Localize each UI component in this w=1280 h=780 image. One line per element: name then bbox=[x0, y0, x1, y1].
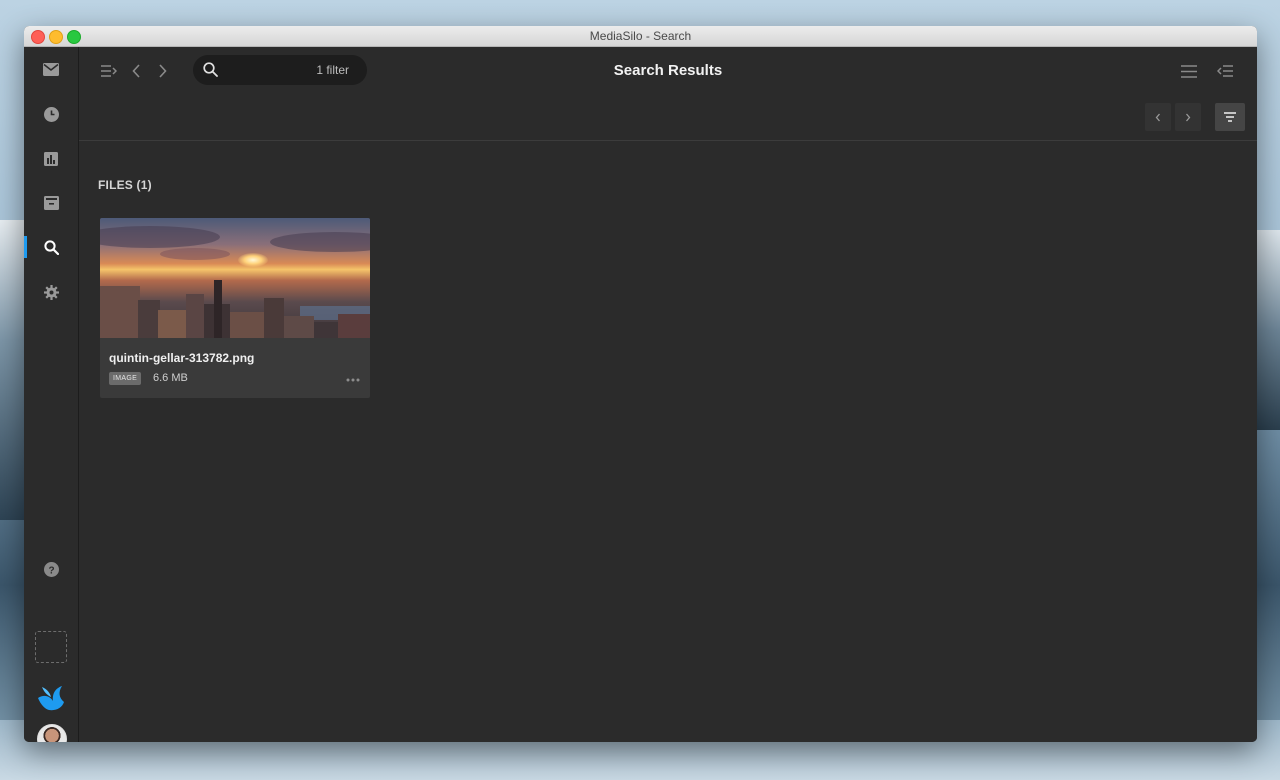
archive-icon bbox=[43, 196, 59, 210]
mail-icon bbox=[43, 62, 59, 76]
thumb-building bbox=[100, 286, 140, 338]
app-window: MediaSilo - Search ? 1 filter Search Res… bbox=[24, 26, 1257, 742]
thumb-cloud bbox=[160, 248, 230, 260]
thumb-building bbox=[284, 316, 314, 338]
toolbar-divider bbox=[79, 140, 1257, 141]
svg-text:?: ? bbox=[48, 565, 54, 576]
more-options-button[interactable] bbox=[346, 370, 360, 385]
thumb-building bbox=[338, 314, 370, 338]
sidebar-item-archive[interactable] bbox=[24, 191, 78, 215]
collapse-panel-button[interactable] bbox=[1215, 61, 1235, 81]
title-bar: MediaSilo - Search bbox=[24, 26, 1257, 47]
bird-logo-icon bbox=[38, 686, 64, 711]
file-name[interactable]: quintin-gellar-313782.png bbox=[109, 351, 254, 365]
gear-icon bbox=[43, 284, 59, 300]
more-horizontal-icon bbox=[346, 378, 360, 382]
next-page-button[interactable] bbox=[1175, 103, 1201, 131]
help-icon: ? bbox=[43, 561, 59, 577]
list-view-button[interactable] bbox=[1179, 61, 1199, 81]
bar-chart-icon bbox=[44, 152, 58, 166]
list-icon bbox=[1181, 64, 1197, 78]
file-type-badge: IMAGE bbox=[109, 372, 142, 385]
file-size: 6.6 MB bbox=[153, 372, 188, 384]
clock-icon bbox=[43, 106, 59, 122]
search-icon bbox=[43, 239, 59, 255]
chevron-left-icon bbox=[1155, 113, 1160, 121]
thumb-building bbox=[138, 300, 160, 338]
user-avatar[interactable] bbox=[37, 724, 67, 742]
main-content: 1 filter Search Results FILES (1) quinti… bbox=[79, 47, 1257, 742]
sidebar-item-recent[interactable] bbox=[24, 102, 78, 126]
thumb-building bbox=[314, 322, 338, 338]
window-title: MediaSilo - Search bbox=[589, 29, 692, 43]
thumb-building bbox=[186, 294, 204, 338]
chevron-right-icon bbox=[1186, 113, 1191, 121]
thumb-building bbox=[230, 312, 264, 338]
close-window-button[interactable] bbox=[31, 30, 45, 44]
sidebar: ? bbox=[24, 47, 79, 742]
maximize-window-button[interactable] bbox=[67, 30, 81, 44]
placeholder-slot[interactable] bbox=[35, 631, 67, 663]
sidebar-item-search[interactable] bbox=[24, 235, 78, 259]
thumb-building bbox=[158, 310, 188, 338]
filter-icon bbox=[1224, 112, 1236, 122]
sidebar-item-inbox[interactable] bbox=[24, 57, 78, 81]
app-logo[interactable] bbox=[24, 683, 78, 713]
thumb-cloud bbox=[100, 226, 220, 248]
filter-button[interactable] bbox=[1215, 103, 1245, 131]
page-title: Search Results bbox=[613, 62, 723, 79]
prev-page-button[interactable] bbox=[1145, 103, 1171, 131]
minimize-window-button[interactable] bbox=[49, 30, 63, 44]
thumb-sun bbox=[238, 253, 268, 267]
sidebar-item-help[interactable]: ? bbox=[24, 557, 78, 581]
file-card[interactable]: quintin-gellar-313782.png IMAGE 6.6 MB bbox=[100, 218, 370, 398]
sidebar-item-analytics[interactable] bbox=[24, 147, 78, 171]
files-section-label: FILES (1) bbox=[98, 178, 152, 192]
sidebar-item-settings[interactable] bbox=[24, 280, 78, 304]
thumb-building bbox=[214, 280, 222, 338]
collapse-right-icon bbox=[1217, 65, 1233, 77]
thumb-cloud bbox=[270, 232, 370, 252]
file-thumbnail[interactable] bbox=[100, 218, 370, 338]
thumb-building bbox=[264, 298, 284, 338]
toolbar: 1 filter Search Results bbox=[79, 47, 1257, 95]
